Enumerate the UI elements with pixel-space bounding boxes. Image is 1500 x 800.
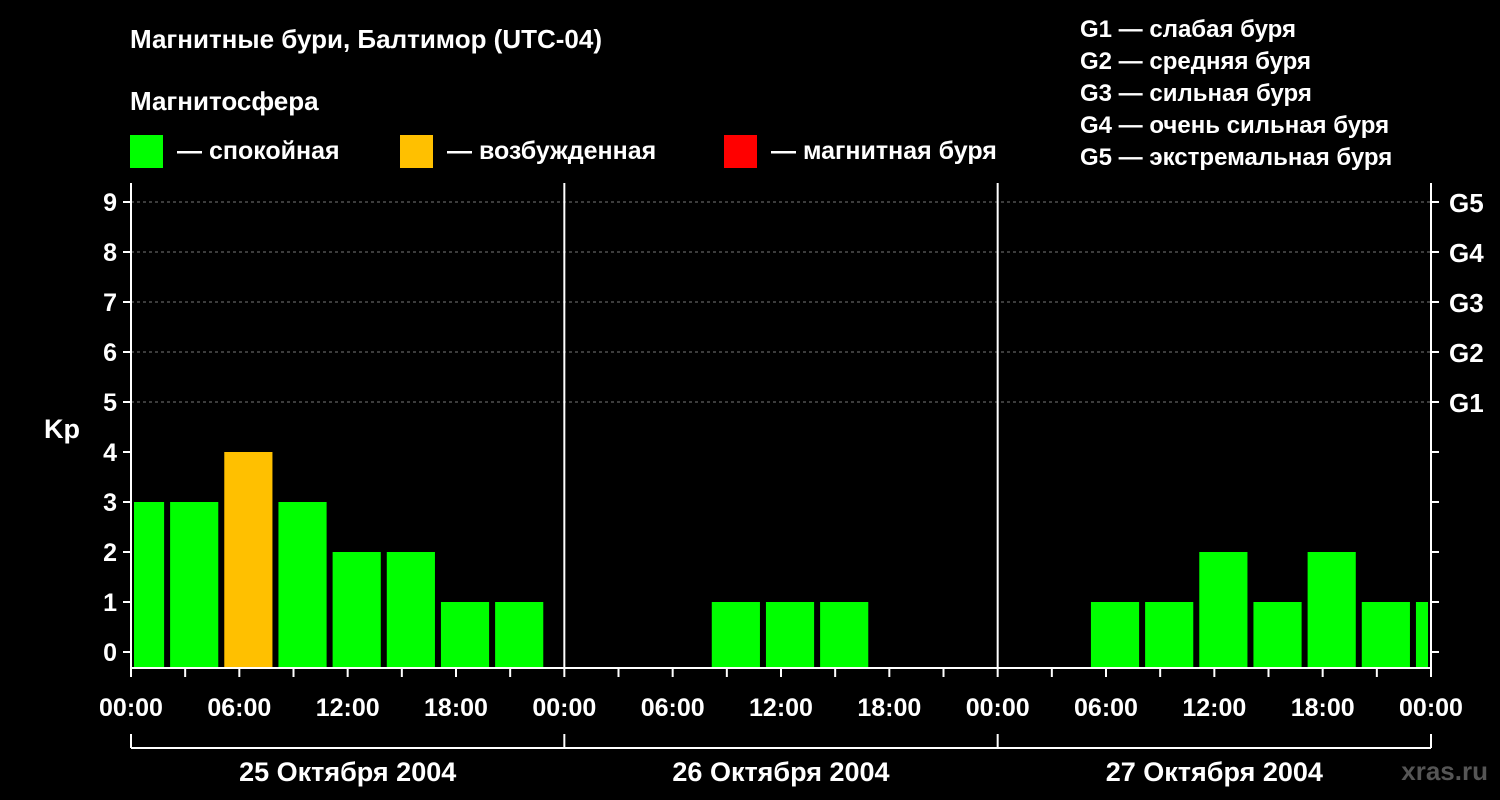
- x-tick-label: 00:00: [99, 694, 163, 722]
- x-tick-label: 12:00: [316, 694, 380, 722]
- g-scale-label: G3: [1449, 288, 1484, 318]
- kp-bar: [1090, 602, 1140, 668]
- date-label: 27 Октября 2004: [1106, 757, 1323, 787]
- kp-bar: [1145, 602, 1194, 668]
- g-scale-label: G1: [1449, 388, 1484, 418]
- date-label: 26 Октября 2004: [672, 757, 889, 787]
- kp-bar: [278, 502, 327, 668]
- kp-bar: [1253, 602, 1302, 668]
- y-tick-label: 2: [103, 539, 117, 567]
- x-tick-label: 12:00: [749, 694, 813, 722]
- g-scale-label: G2: [1449, 338, 1484, 368]
- y-tick-label: 8: [103, 239, 117, 267]
- y-tick-label: 7: [103, 289, 117, 317]
- g-scale-label: G5: [1449, 188, 1484, 218]
- kp-bar: [332, 552, 381, 668]
- kp-bar: [1415, 602, 1428, 668]
- y-tick-label: 5: [103, 389, 117, 417]
- y-tick-label: 6: [103, 339, 117, 367]
- kp-bar: [1361, 602, 1410, 668]
- x-tick-label: 06:00: [207, 694, 271, 722]
- x-tick-label: 18:00: [857, 694, 921, 722]
- date-label: 25 Октября 2004: [239, 757, 456, 787]
- kp-bar: [495, 602, 544, 668]
- y-tick-label: 3: [103, 489, 117, 517]
- y-tick-label: 0: [103, 639, 117, 667]
- kp-bar: [134, 502, 165, 668]
- x-tick-label: 12:00: [1182, 694, 1246, 722]
- x-tick-label: 18:00: [1291, 694, 1355, 722]
- kp-bar: [224, 452, 273, 668]
- g-scale-label: G4: [1449, 238, 1484, 268]
- y-tick-label: 1: [103, 589, 117, 617]
- kp-chart: 0 1 2 3 4 5 6 7 8 9 G1 G2 G3 G4 G5 Kp 00:00 06:00 12:00 18:…: [44, 183, 1484, 787]
- kp-bar: [440, 602, 490, 668]
- kp-bar: [820, 602, 869, 668]
- x-tick-label: 00:00: [1399, 694, 1463, 722]
- y-axis-title: Kp: [44, 414, 80, 444]
- x-tick-label: 00:00: [532, 694, 596, 722]
- x-tick-label: 06:00: [641, 694, 705, 722]
- kp-bar: [170, 502, 219, 668]
- kp-bar: [386, 552, 435, 668]
- y-tick-label: 9: [103, 189, 117, 217]
- x-tick-label: 00:00: [966, 694, 1030, 722]
- kp-bar: [1307, 552, 1356, 668]
- kp-bar: [765, 602, 815, 668]
- kp-bar: [711, 602, 760, 668]
- x-tick-label: 18:00: [424, 694, 488, 722]
- kp-bar: [1199, 552, 1248, 668]
- x-tick-label: 06:00: [1074, 694, 1138, 722]
- y-tick-label: 4: [103, 439, 117, 467]
